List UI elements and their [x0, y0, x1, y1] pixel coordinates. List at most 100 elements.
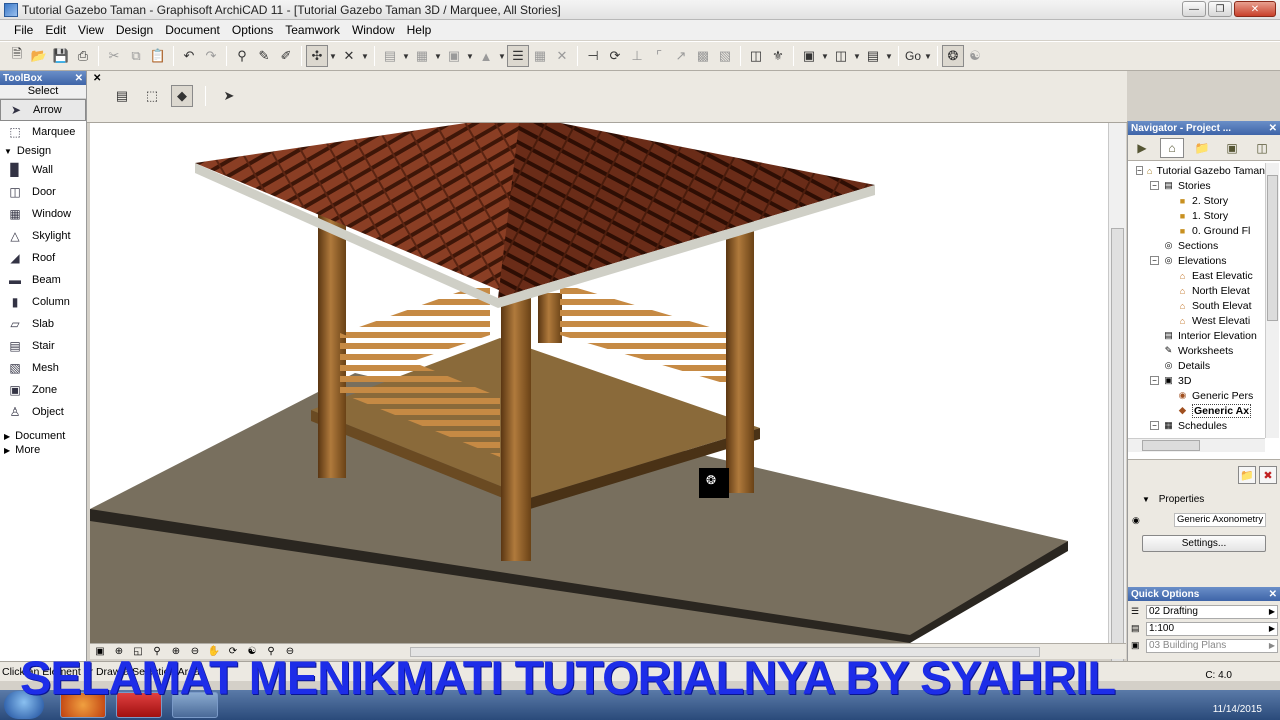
offset-icon[interactable]: ▩ [692, 45, 714, 67]
split-icon[interactable]: ▧ [714, 45, 736, 67]
delete-icon[interactable]: ✕ [551, 45, 573, 67]
new-folder-icon[interactable]: 📁 [1238, 466, 1256, 484]
drag-icon[interactable]: ⊣ [582, 45, 604, 67]
3d-window-icon[interactable]: ◫ [830, 45, 852, 67]
tree-item-interior-elevation[interactable]: ▤ Interior Elevation [1128, 328, 1265, 343]
menu-view[interactable]: View [72, 23, 110, 37]
lock-icon[interactable]: ▲ [475, 45, 497, 67]
collapse-toggle[interactable]: − [1150, 376, 1159, 385]
tool-stair[interactable]: ▤ Stair [0, 335, 86, 357]
document-section-toggle[interactable]: ▶ Document [0, 429, 86, 443]
chevron-down-icon[interactable]: ▼ [923, 45, 933, 67]
view-map-icon[interactable]: ⌂ [1160, 137, 1184, 158]
tree-vertical-scrollbar[interactable] [1265, 163, 1279, 438]
rotated-marquee-icon[interactable]: ◆ [171, 85, 193, 107]
elevate-icon[interactable]: ⌜ [648, 45, 670, 67]
inject-parameters-icon[interactable]: ✐ [275, 45, 297, 67]
menu-document[interactable]: Document [159, 23, 226, 37]
chevron-down-icon[interactable]: ▼ [328, 45, 338, 67]
tool-beam[interactable]: ▬ Beam [0, 269, 86, 291]
vertical-scrollbar[interactable] [1108, 123, 1126, 663]
rotate-icon[interactable]: ⟳ [604, 45, 626, 67]
design-section-toggle[interactable]: ▼ Design [0, 143, 86, 159]
layout-book-icon[interactable]: 📁 [1190, 138, 1214, 158]
cut-icon[interactable]: ✂ [103, 45, 125, 67]
tool-door[interactable]: ◫ Door [0, 181, 86, 203]
close-icon[interactable]: ✕ [1269, 123, 1280, 134]
project-map-icon[interactable]: ▶ [1130, 138, 1154, 158]
tree-item-schedules[interactable]: − ▦ Schedules [1128, 418, 1265, 433]
chevron-down-icon[interactable]: ▼ [465, 45, 475, 67]
tree-item-west-elevation[interactable]: ⌂ West Elevati [1128, 313, 1265, 328]
undo-icon[interactable]: ↶ [178, 45, 200, 67]
settings-button[interactable]: Settings... [1142, 535, 1266, 552]
snap-icon[interactable]: ✕ [338, 45, 360, 67]
selection-method-icon[interactable]: ▤ [111, 85, 133, 107]
chevron-down-icon[interactable]: ▼ [360, 45, 370, 67]
organizer-icon[interactable]: ◫ [1250, 138, 1274, 158]
walk-icon[interactable]: ☯ [964, 45, 986, 67]
scrollbar-thumb[interactable] [1267, 175, 1278, 321]
section-icon[interactable]: ▤ [862, 45, 884, 67]
tool-marquee[interactable]: ⬚ Marquee [0, 121, 86, 143]
chevron-down-icon[interactable]: ▼ [433, 45, 443, 67]
tree-horizontal-scrollbar[interactable] [1128, 438, 1265, 452]
chevron-down-icon[interactable]: ▼ [884, 45, 894, 67]
magic-wand-icon[interactable]: ⚜ [767, 45, 789, 67]
tree-item-north-elevation[interactable]: ⌂ North Elevat [1128, 283, 1265, 298]
scrollbar-thumb[interactable] [1142, 440, 1200, 451]
minimize-button[interactable]: — [1182, 1, 1206, 17]
tool-object[interactable]: ♙ Object [0, 401, 86, 423]
tree-item-generic-axonometry[interactable]: ◆ Generic Ax [1128, 403, 1265, 418]
menu-help[interactable]: Help [401, 23, 438, 37]
gravity-icon[interactable]: ✣ [306, 45, 328, 67]
collapse-toggle[interactable]: − [1150, 256, 1159, 265]
tree-item-generic-perspective[interactable]: ◉ Generic Pers [1128, 388, 1265, 403]
tree-item-south-elevation[interactable]: ⌂ South Elevat [1128, 298, 1265, 313]
more-section-toggle[interactable]: ▶ More [0, 443, 86, 457]
maximize-button[interactable]: ❐ [1208, 1, 1232, 17]
mirror-icon[interactable]: ⊥ [626, 45, 648, 67]
tree-item-story-1[interactable]: ■ 1. Story [1128, 208, 1265, 223]
tree-item-worksheets[interactable]: ✎ Worksheets [1128, 343, 1265, 358]
menu-edit[interactable]: Edit [39, 23, 72, 37]
tree-item-stories[interactable]: − ▤ Stories [1128, 178, 1265, 193]
open-folder-icon[interactable]: 📂 [28, 45, 50, 67]
group-icon[interactable]: ▣ [443, 45, 465, 67]
chevron-down-icon[interactable]: ▼ [820, 45, 830, 67]
tool-roof[interactable]: ◢ Roof [0, 247, 86, 269]
arrow-icon[interactable]: ➤ [218, 85, 240, 107]
collapse-toggle[interactable]: − [1136, 166, 1143, 175]
menu-file[interactable]: File [8, 23, 39, 37]
tree-item-story-2[interactable]: ■ 2. Story [1128, 193, 1265, 208]
marquee-shape-icon[interactable]: ⬚ [141, 85, 163, 107]
floor-plan-icon[interactable]: ▣ [798, 45, 820, 67]
scrollbar-thumb[interactable] [1111, 228, 1124, 663]
pick-up-parameters-icon[interactable]: ✎ [253, 45, 275, 67]
go-label[interactable]: Go [903, 45, 923, 67]
tree-item-ground-floor[interactable]: ■ 0. Ground Fl [1128, 223, 1265, 238]
layers-icon[interactable]: ☰ [507, 45, 529, 67]
close-icon[interactable]: ✕ [75, 73, 86, 84]
tree-item-details[interactable]: ◎ Details [1128, 358, 1265, 373]
close-icon[interactable]: ✕ [93, 73, 101, 84]
property-name-field[interactable]: Generic Axonometry [1174, 513, 1266, 527]
layer-combination-select[interactable]: 02 Drafting ▶ [1146, 605, 1278, 619]
publisher-icon[interactable]: ▣ [1220, 138, 1244, 158]
tool-column[interactable]: ▮ Column [0, 291, 86, 313]
tool-mesh[interactable]: ▧ Mesh [0, 357, 86, 379]
menu-window[interactable]: Window [346, 23, 401, 37]
scale-select[interactable]: 1:100 ▶ [1146, 622, 1278, 636]
tree-item-east-elevation[interactable]: ⌂ East Elevatic [1128, 268, 1265, 283]
save-icon[interactable]: 💾 [50, 45, 72, 67]
tool-skylight[interactable]: △ Skylight [0, 225, 86, 247]
tree-item-sections[interactable]: ◎ Sections [1128, 238, 1265, 253]
close-icon[interactable]: ✕ [1269, 589, 1280, 600]
print-icon[interactable]: ⎙ [72, 45, 94, 67]
menu-options[interactable]: Options [226, 23, 279, 37]
menu-teamwork[interactable]: Teamwork [279, 23, 346, 37]
chevron-down-icon[interactable]: ▼ [497, 45, 507, 67]
close-button[interactable]: ✕ [1234, 1, 1276, 17]
tree-item-project[interactable]: − ⌂ Tutorial Gazebo Taman [1128, 163, 1265, 178]
distribute-icon[interactable]: ▦ [411, 45, 433, 67]
